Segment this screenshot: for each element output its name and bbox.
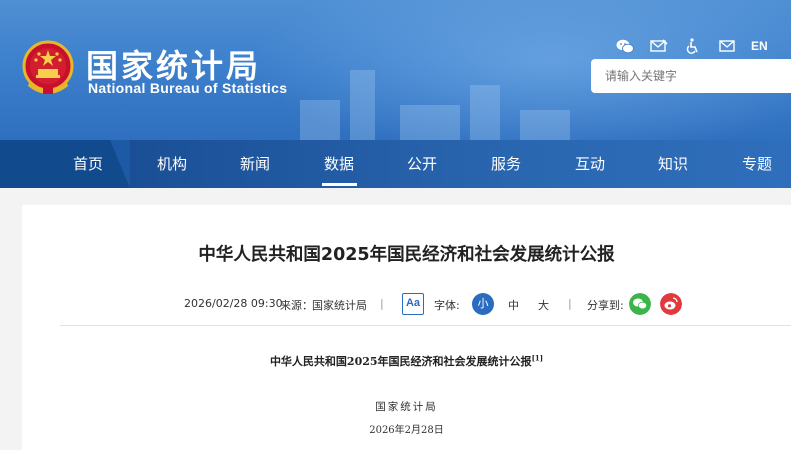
language-toggle[interactable]: EN — [751, 39, 768, 53]
body-title: 中华人民共和国2025年国民经济和社会发展统计公报[1] — [22, 353, 791, 369]
nav-item-topics[interactable]: 专题 — [729, 140, 785, 188]
meta-divider-line — [60, 325, 791, 326]
nav-item-news[interactable]: 新闻 — [227, 140, 283, 188]
font-toggle-button[interactable]: Aa — [402, 293, 424, 315]
weibo-share-icon[interactable] — [660, 293, 682, 315]
accessibility-icon[interactable] — [683, 37, 703, 55]
nav-item-services[interactable]: 服务 — [478, 140, 534, 188]
body-org: 国家统计局 — [375, 401, 438, 413]
main-nav: 首页 机构 新闻 数据 公开 服务 互动 知识 专题 — [0, 140, 791, 188]
wechat-icon[interactable] — [615, 37, 635, 55]
nav-item-public[interactable]: 公开 — [394, 140, 450, 188]
nav-item-institutions[interactable]: 机构 — [144, 140, 200, 188]
nav-item-knowledge[interactable]: 知识 — [645, 140, 701, 188]
article-source: 国家统计局 — [312, 299, 367, 312]
wechat-share-icon[interactable] — [629, 293, 651, 315]
nav-item-home[interactable]: 首页 — [60, 140, 116, 188]
meta-divider: | — [380, 297, 384, 310]
search-input[interactable] — [591, 59, 791, 93]
mail-edit-icon[interactable] — [649, 37, 669, 55]
font-size-label: 字体: — [434, 299, 460, 312]
mail-icon[interactable] — [717, 37, 737, 55]
article-meta: 2026/02/28 09:30 来源： 国家统计局 | Aa 字体: 小 中 … — [22, 293, 791, 317]
body-title-text: 中华人民共和国2025年国民经济和社会发展统计公报 — [269, 355, 532, 368]
body-date: 2026年2月28日 — [369, 425, 444, 436]
font-size-large-button[interactable]: 大 — [538, 297, 549, 313]
font-size-medium-button[interactable]: 中 — [508, 297, 519, 313]
header-toolbar: EN — [615, 36, 768, 56]
nav-item-interaction[interactable]: 互动 — [562, 140, 618, 188]
header-banner: 国家统计局 National Bureau of Statistics EN — [0, 0, 791, 140]
article-card: 中华人民共和国2025年国民经济和社会发展统计公报 2026/02/28 09:… — [22, 205, 791, 450]
source-label: 来源： — [280, 299, 313, 312]
article-title: 中华人民共和国2025年国民经济和社会发展统计公报 — [198, 245, 615, 265]
nav-active-indicator — [322, 183, 357, 186]
font-size-small-button[interactable]: 小 — [472, 293, 494, 315]
meta-divider: | — [568, 297, 572, 310]
share-label: 分享到: — [587, 299, 624, 312]
article-datetime: 2026/02/28 09:30 — [184, 297, 283, 310]
nav-item-data[interactable]: 数据 — [311, 140, 367, 188]
site-subtitle[interactable]: National Bureau of Statistics — [88, 80, 287, 96]
footnote-ref[interactable]: [1] — [532, 353, 544, 362]
national-emblem-icon[interactable] — [22, 40, 74, 96]
